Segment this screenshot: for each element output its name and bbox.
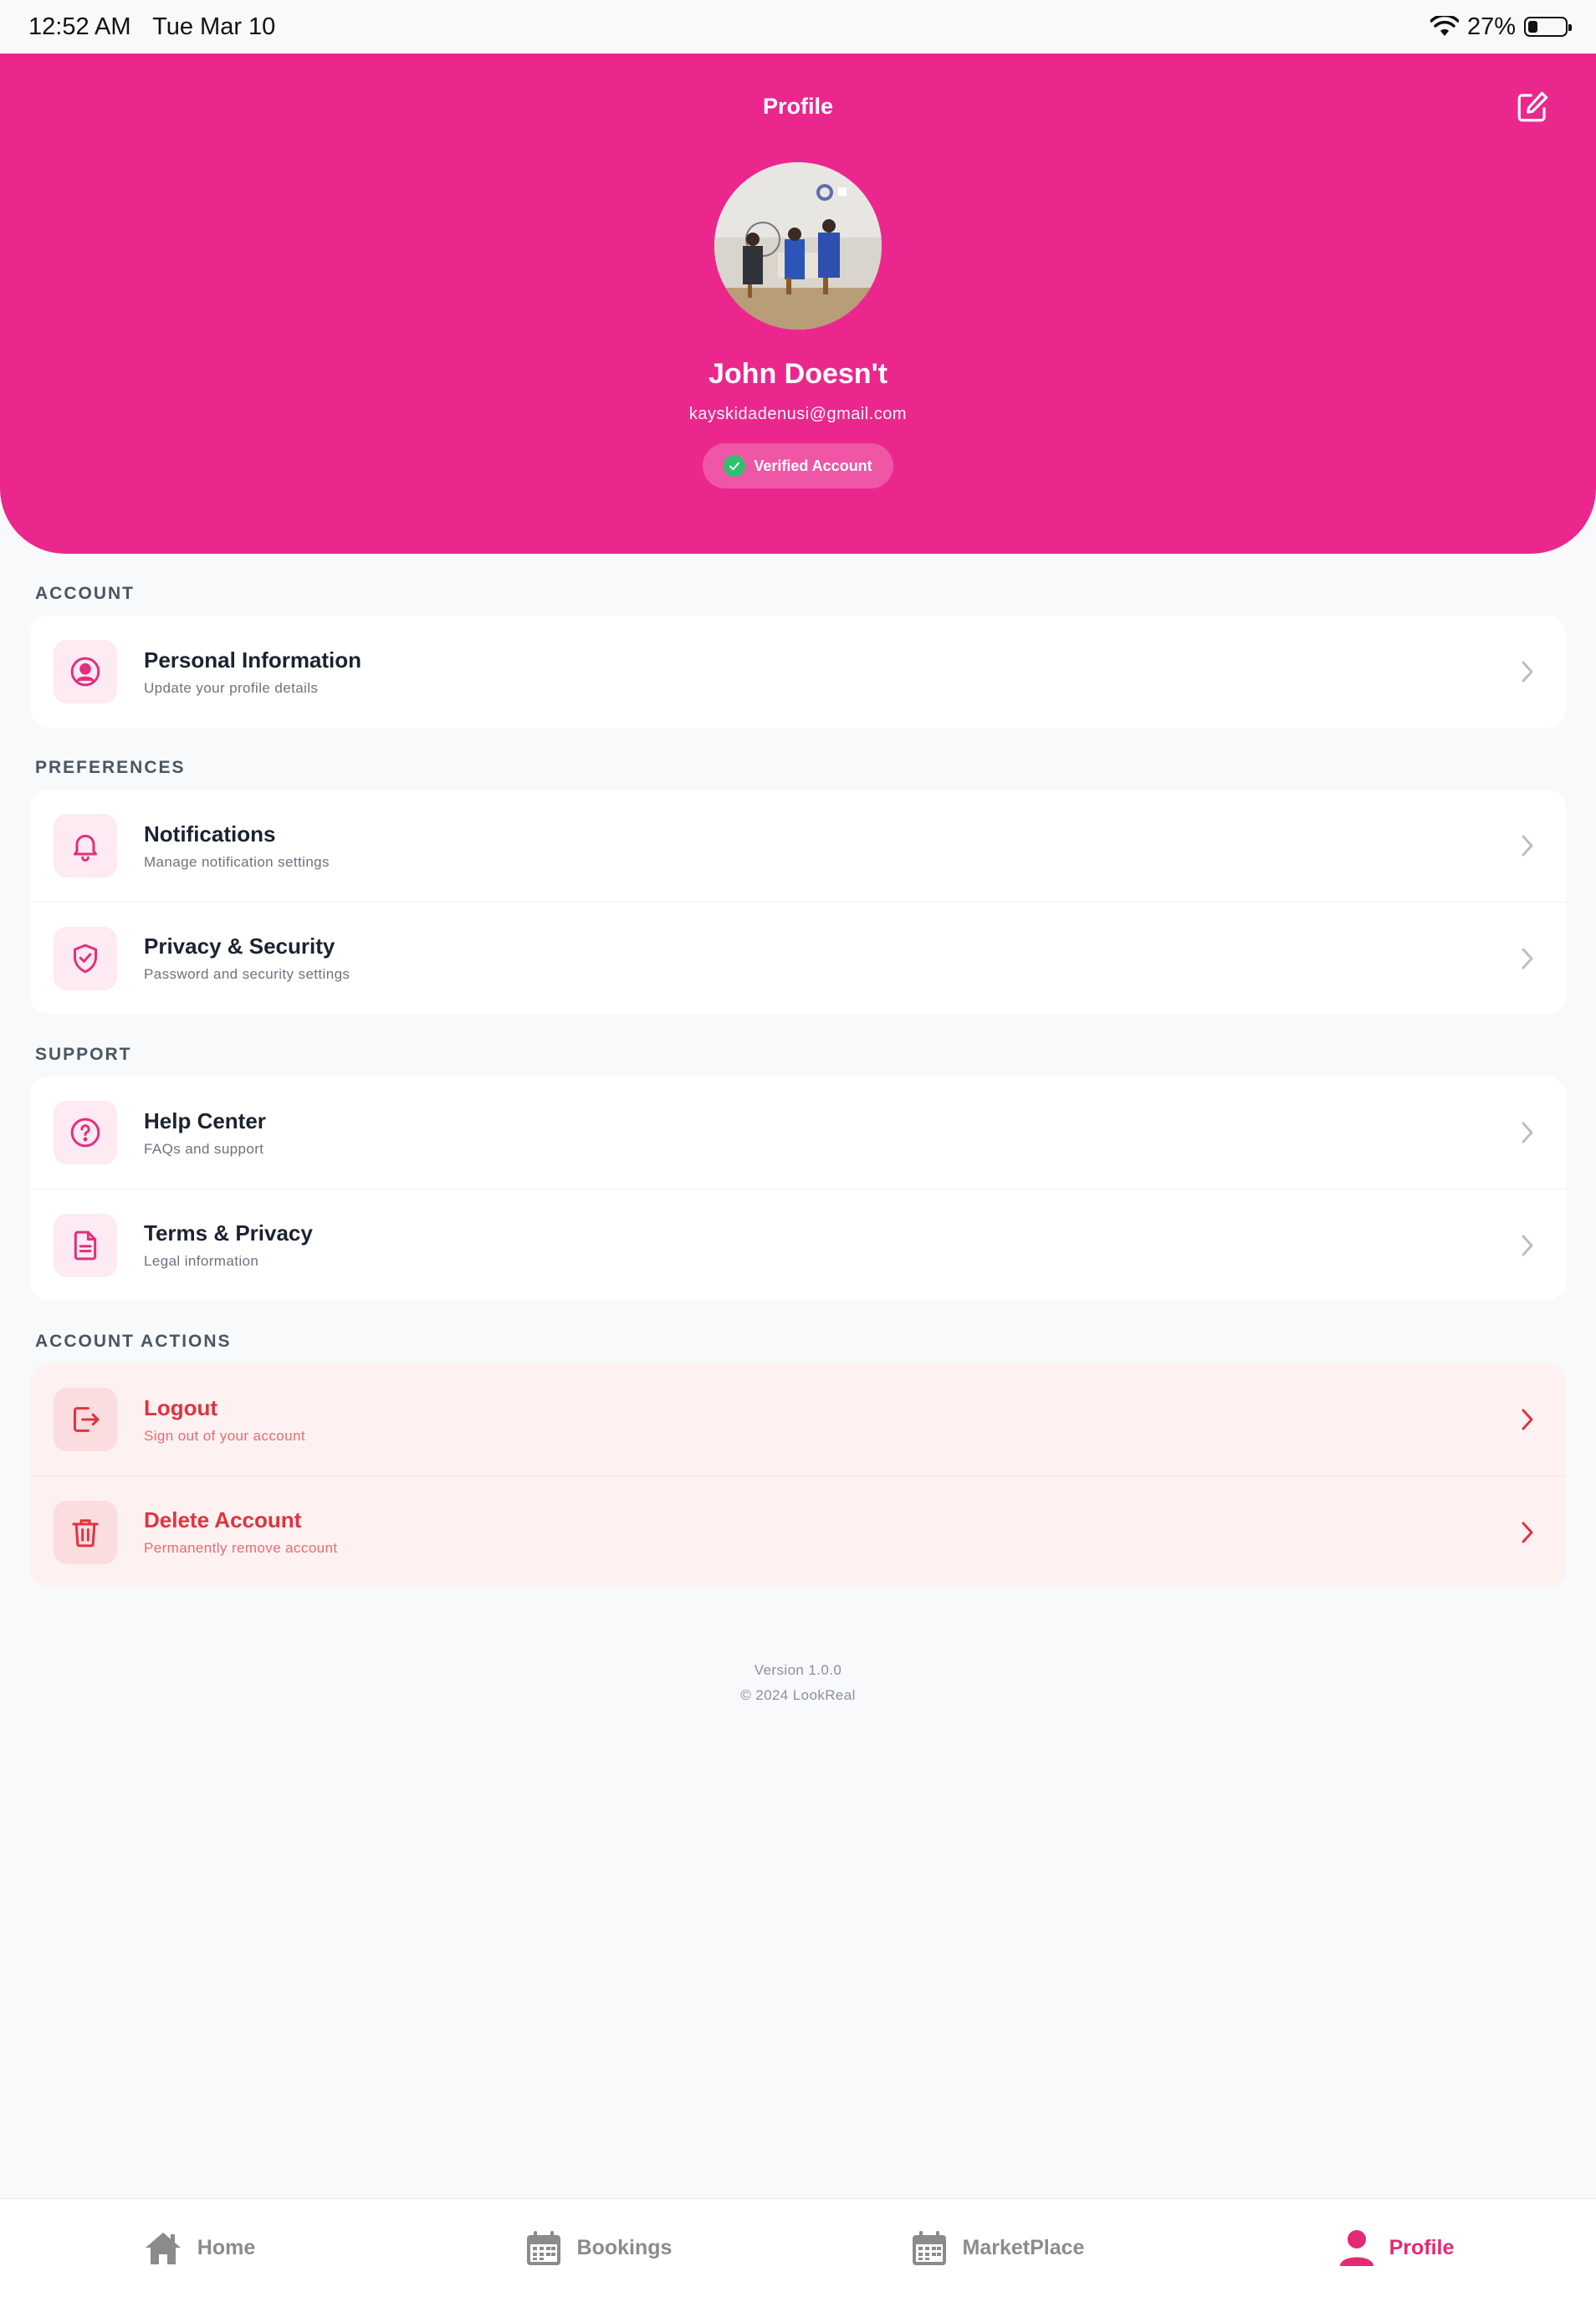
menu-item-title: Personal Information (144, 647, 362, 673)
calendar-icon (526, 2230, 560, 2265)
verified-badge-label: Verified Account (754, 457, 872, 474)
bottom-tab-bar: Home Bookings MarketPlace Profile (0, 2198, 1596, 2297)
menu-item-subtitle: Permanently remove account (144, 1540, 338, 1556)
verified-badge: Verified Account (703, 443, 893, 489)
tab-bookings[interactable]: Bookings (399, 2199, 798, 2297)
status-date: Tue Mar 10 (152, 13, 276, 40)
menu-item-title: Privacy & Security (144, 934, 335, 959)
menu-item-logout[interactable]: Logout Sign out of your account (30, 1363, 1566, 1476)
menu-item-subtitle: Legal information (144, 1253, 259, 1269)
shield-check-icon (54, 926, 117, 990)
tab-label: Profile (1389, 2236, 1455, 2259)
chevron-right-icon (1522, 1122, 1533, 1143)
battery-icon (1524, 17, 1572, 37)
account-actions-card: Logout Sign out of your account Delete A… (30, 1363, 1566, 1588)
menu-item-terms-privacy[interactable]: Terms & Privacy Legal information (30, 1189, 1566, 1301)
menu-item-title: Notifications (144, 821, 276, 847)
profile-name: John Doesn't (708, 358, 888, 390)
copyright-text: © 2024 LookReal (740, 1687, 856, 1703)
home-icon (145, 2232, 181, 2264)
user-icon (1339, 2229, 1373, 2266)
document-icon (54, 1213, 117, 1277)
logout-icon (54, 1388, 117, 1451)
chevron-right-icon (1522, 835, 1533, 857)
battery-percent: 27% (1466, 13, 1516, 40)
tab-marketplace[interactable]: MarketPlace (798, 2199, 1197, 2297)
tab-label: Home (197, 2236, 256, 2259)
avatar-photo (714, 162, 882, 330)
menu-item-subtitle: Manage notification settings (144, 853, 330, 870)
tab-label: MarketPlace (962, 2236, 1085, 2259)
wifi-icon (1430, 16, 1459, 36)
menu-item-delete-account[interactable]: Delete Account Permanently remove accoun… (30, 1476, 1566, 1588)
tab-label: Bookings (576, 2236, 673, 2259)
profile-header: Profile John Doesn't kayskidadenusi@gmai… (0, 54, 1596, 554)
page-title: Profile (762, 94, 834, 119)
menu-item-privacy-security[interactable]: Privacy & Security Password and security… (30, 902, 1566, 1014)
menu-item-notifications[interactable]: Notifications Manage notification settin… (30, 790, 1566, 902)
section-label-account-actions: ACCOUNT ACTIONS (35, 1332, 232, 1351)
status-bar: 12:52 AM Tue Mar 10 27% (0, 0, 1596, 54)
status-time: 12:52 AM (28, 13, 131, 40)
menu-item-title: Terms & Privacy (144, 1220, 313, 1246)
edit-profile-button[interactable] (1512, 87, 1553, 127)
chevron-right-icon (1522, 1409, 1533, 1430)
chevron-right-icon (1522, 661, 1533, 683)
chevron-right-icon (1522, 1522, 1533, 1542)
user-circle-icon (54, 640, 117, 703)
check-circle-icon (724, 455, 746, 477)
chevron-right-icon (1522, 1235, 1533, 1256)
menu-item-subtitle: Password and security settings (144, 966, 350, 982)
menu-item-personal-information[interactable]: Personal Information Update your profile… (30, 616, 1566, 728)
edit-icon (1517, 91, 1548, 122)
tab-home[interactable]: Home (0, 2199, 399, 2297)
support-card: Help Center FAQs and support Terms & Pri… (30, 1077, 1566, 1301)
version-text: Version 1.0.0 (754, 1662, 842, 1678)
menu-item-title: Help Center (144, 1108, 266, 1133)
calendar-icon (912, 2230, 946, 2265)
app-version-footer: Version 1.0.0 © 2024 LookReal (0, 1658, 1596, 1708)
section-label-preferences: PREFERENCES (35, 758, 186, 777)
tab-profile[interactable]: Profile (1197, 2199, 1596, 2297)
bell-icon (54, 814, 117, 877)
section-label-support: SUPPORT (35, 1045, 132, 1064)
menu-item-subtitle: Update your profile details (144, 679, 319, 696)
menu-item-title: Logout (144, 1394, 218, 1420)
preferences-card: Notifications Manage notification settin… (30, 790, 1566, 1014)
trash-icon (54, 1500, 117, 1564)
section-label-account: ACCOUNT (35, 584, 135, 603)
help-circle-icon (54, 1101, 117, 1164)
menu-item-title: Delete Account (144, 1507, 302, 1532)
chevron-right-icon (1522, 948, 1533, 969)
menu-item-subtitle: FAQs and support (144, 1140, 264, 1157)
account-card: Personal Information Update your profile… (30, 616, 1566, 728)
menu-item-help-center[interactable]: Help Center FAQs and support (30, 1077, 1566, 1189)
profile-email: kayskidadenusi@gmail.com (688, 405, 908, 423)
menu-item-subtitle: Sign out of your account (144, 1427, 305, 1444)
avatar[interactable] (714, 162, 882, 330)
